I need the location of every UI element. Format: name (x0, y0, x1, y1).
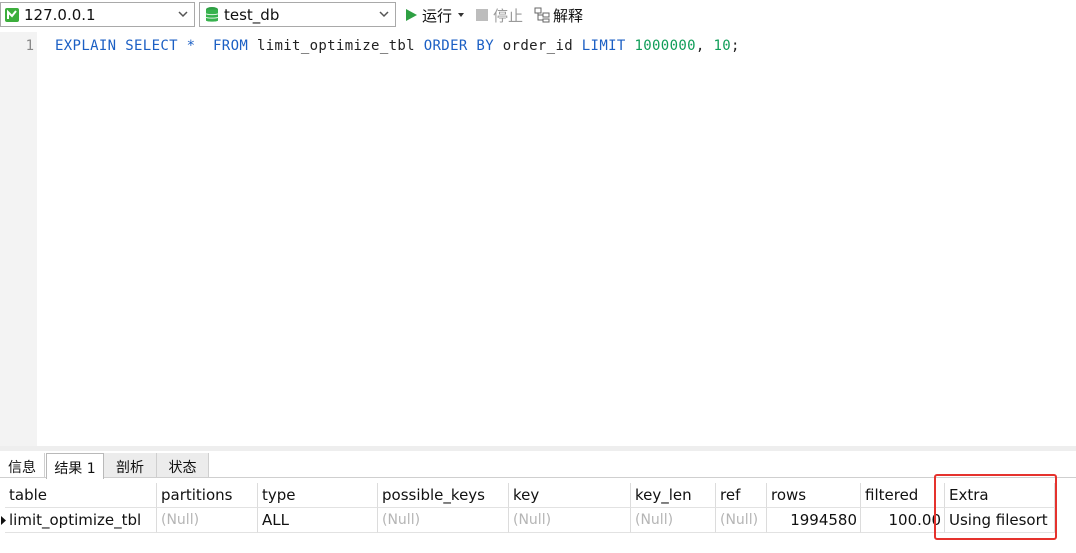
stop-icon (476, 9, 488, 21)
cell-rows[interactable]: 1994580 (767, 508, 861, 533)
column-header-filtered[interactable]: filtered (861, 483, 945, 508)
cell-table[interactable]: limit_optimize_tbl (5, 508, 157, 533)
database-select[interactable]: test_db (199, 2, 396, 27)
extra-column-highlight (934, 474, 1057, 540)
toolbar: 127.0.0.1 test_db 运行 停止 解释 (0, 0, 1076, 31)
cell-ref[interactable]: (Null) (716, 508, 767, 533)
explain-button[interactable]: 解释 (534, 3, 583, 27)
explain-label: 解释 (553, 6, 584, 25)
punctuation-token: , (695, 38, 714, 54)
explain-icon (534, 7, 550, 23)
tab-profile[interactable]: 剖析 (104, 453, 157, 477)
punctuation-token: ; (731, 38, 740, 54)
number-token: 10 (713, 38, 732, 54)
table-name-token: limit_optimize_tbl (256, 38, 415, 54)
line-number: 1 (25, 38, 34, 54)
chevron-down-icon[interactable] (377, 7, 391, 21)
keyword-token: LIMIT (581, 38, 626, 54)
result-tabbar: 信息 结果 1 剖析 状态 (0, 451, 1076, 479)
column-header-possible-keys[interactable]: possible_keys (378, 483, 509, 508)
tab-status[interactable]: 状态 (157, 453, 209, 477)
caret-down-icon[interactable] (456, 10, 466, 20)
stop-button[interactable]: 停止 (476, 3, 523, 27)
sql-editor[interactable]: 1 EXPLAIN SELECT * FROM limit_optimize_t… (0, 32, 1076, 446)
column-header-table[interactable]: table (5, 483, 157, 508)
chevron-down-icon[interactable] (176, 7, 190, 21)
stop-label: 停止 (493, 6, 524, 25)
keyword-token: FROM (213, 38, 249, 54)
cell-key[interactable]: (Null) (509, 508, 631, 533)
result-grid: table partitions type possible_keys key … (0, 483, 1076, 553)
column-header-type[interactable]: type (258, 483, 378, 508)
tab-result-1[interactable]: 结果 1 (46, 453, 104, 479)
cell-type[interactable]: ALL (258, 508, 378, 533)
column-header-key-len[interactable]: key_len (631, 483, 716, 508)
number-token: 1000000 (634, 38, 696, 54)
run-button[interactable]: 运行 (404, 3, 466, 27)
keyword-token: EXPLAIN SELECT * (55, 38, 196, 54)
cell-filtered[interactable]: 100.00 (861, 508, 945, 533)
database-icon (205, 6, 219, 22)
connection-select[interactable]: 127.0.0.1 (0, 2, 195, 27)
column-header-partitions[interactable]: partitions (157, 483, 258, 508)
column-header-rows[interactable]: rows (767, 483, 861, 508)
database-value: test_db (224, 5, 280, 24)
sql-query-line[interactable]: EXPLAIN SELECT * FROM limit_optimize_tbl… (55, 38, 740, 54)
keyword-token: ORDER BY (423, 38, 494, 54)
cell-possible-keys[interactable]: (Null) (378, 508, 509, 533)
column-header-key[interactable]: key (509, 483, 631, 508)
connection-icon (5, 7, 19, 22)
cell-partitions[interactable]: (Null) (157, 508, 258, 533)
line-number-gutter: 1 (0, 32, 37, 446)
column-header-ref[interactable]: ref (716, 483, 767, 508)
column-name-token: order_id (502, 38, 573, 54)
run-label: 运行 (422, 6, 453, 25)
play-icon (406, 9, 417, 21)
connection-value: 127.0.0.1 (24, 5, 96, 24)
tab-info[interactable]: 信息 (0, 453, 45, 477)
cell-key-len[interactable]: (Null) (631, 508, 716, 533)
